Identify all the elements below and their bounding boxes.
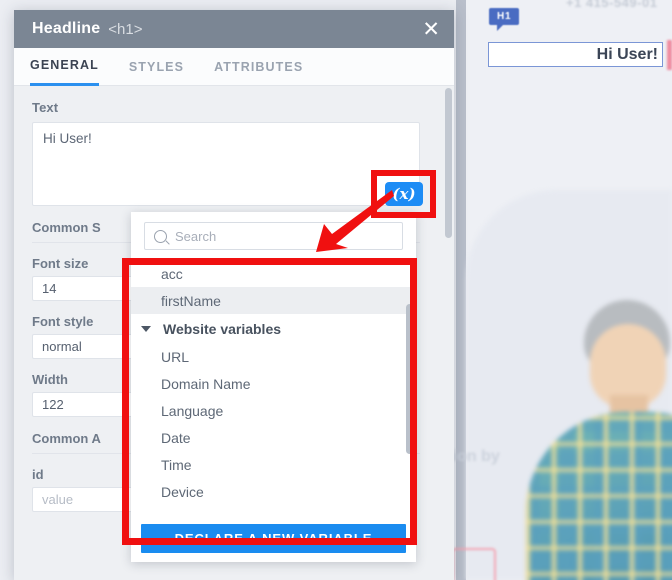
panel-element-tag: <h1> (108, 20, 143, 38)
canvas-phone-number: +1 415-549-01 (566, 0, 658, 10)
panel-tabbar: GENERAL STYLES ATTRIBUTES (14, 48, 454, 86)
list-item-time[interactable]: Time (131, 451, 416, 478)
declare-new-variable-button[interactable]: DECLARE A NEW VARIABLE (141, 524, 406, 553)
panel-scrollbar[interactable] (445, 88, 452, 576)
list-item-device[interactable]: Device (131, 478, 416, 505)
list-item-url[interactable]: URL (131, 343, 416, 370)
list-item-language[interactable]: Language (131, 397, 416, 424)
canvas-pink-edge (667, 40, 672, 70)
list-item-date[interactable]: Date (131, 424, 416, 451)
h1-element-badge[interactable]: H1 (489, 8, 520, 31)
tab-attributes[interactable]: ATTRIBUTES (214, 48, 303, 86)
tab-general[interactable]: GENERAL (30, 48, 99, 86)
list-item-domain-name[interactable]: Domain Name (131, 370, 416, 397)
text-input[interactable]: Hi User! (32, 122, 420, 206)
text-input-value: Hi User! (43, 131, 92, 146)
list-item-firstname[interactable]: firstName (131, 287, 416, 314)
list-group-label: Website variables (163, 320, 282, 337)
panel-scrollbar-thumb[interactable] (445, 88, 452, 238)
search-input-placeholder: Search (175, 228, 217, 244)
variable-dropdown: Search acc firstName Website variables U… (131, 212, 416, 562)
canvas-headline-text: Hi User! (596, 45, 658, 63)
font-style-input[interactable]: normal (32, 334, 136, 359)
canvas-pink-outline-box (452, 548, 496, 580)
variable-list-scrollbar-thumb[interactable] (406, 304, 413, 454)
variable-search-wrap: Search (131, 212, 416, 259)
list-group-website-variables[interactable]: Website variables (131, 314, 416, 343)
tab-styles[interactable]: STYLES (129, 48, 184, 86)
panel-header: Headline <h1> ✕ (14, 10, 454, 48)
text-field-label: Text (32, 100, 59, 115)
page-title: Headline (32, 20, 101, 37)
insert-variable-button[interactable]: (x) (385, 182, 423, 206)
person-plaid-shirt (526, 412, 672, 580)
canvas-headline-element[interactable]: Hi User! (488, 42, 663, 67)
person-illustration (520, 300, 672, 580)
canvas-divider (456, 0, 466, 580)
list-item-acc[interactable]: acc (131, 260, 416, 287)
search-icon (154, 229, 167, 243)
id-input[interactable]: value (32, 487, 136, 512)
font-size-input[interactable]: 14 (32, 276, 136, 301)
close-icon[interactable]: ✕ (422, 19, 440, 40)
search-input[interactable]: Search (144, 222, 403, 250)
width-input[interactable]: 122 (32, 392, 136, 417)
chevron-down-icon (141, 325, 151, 332)
variable-list: acc firstName Website variables URL Doma… (131, 259, 416, 518)
